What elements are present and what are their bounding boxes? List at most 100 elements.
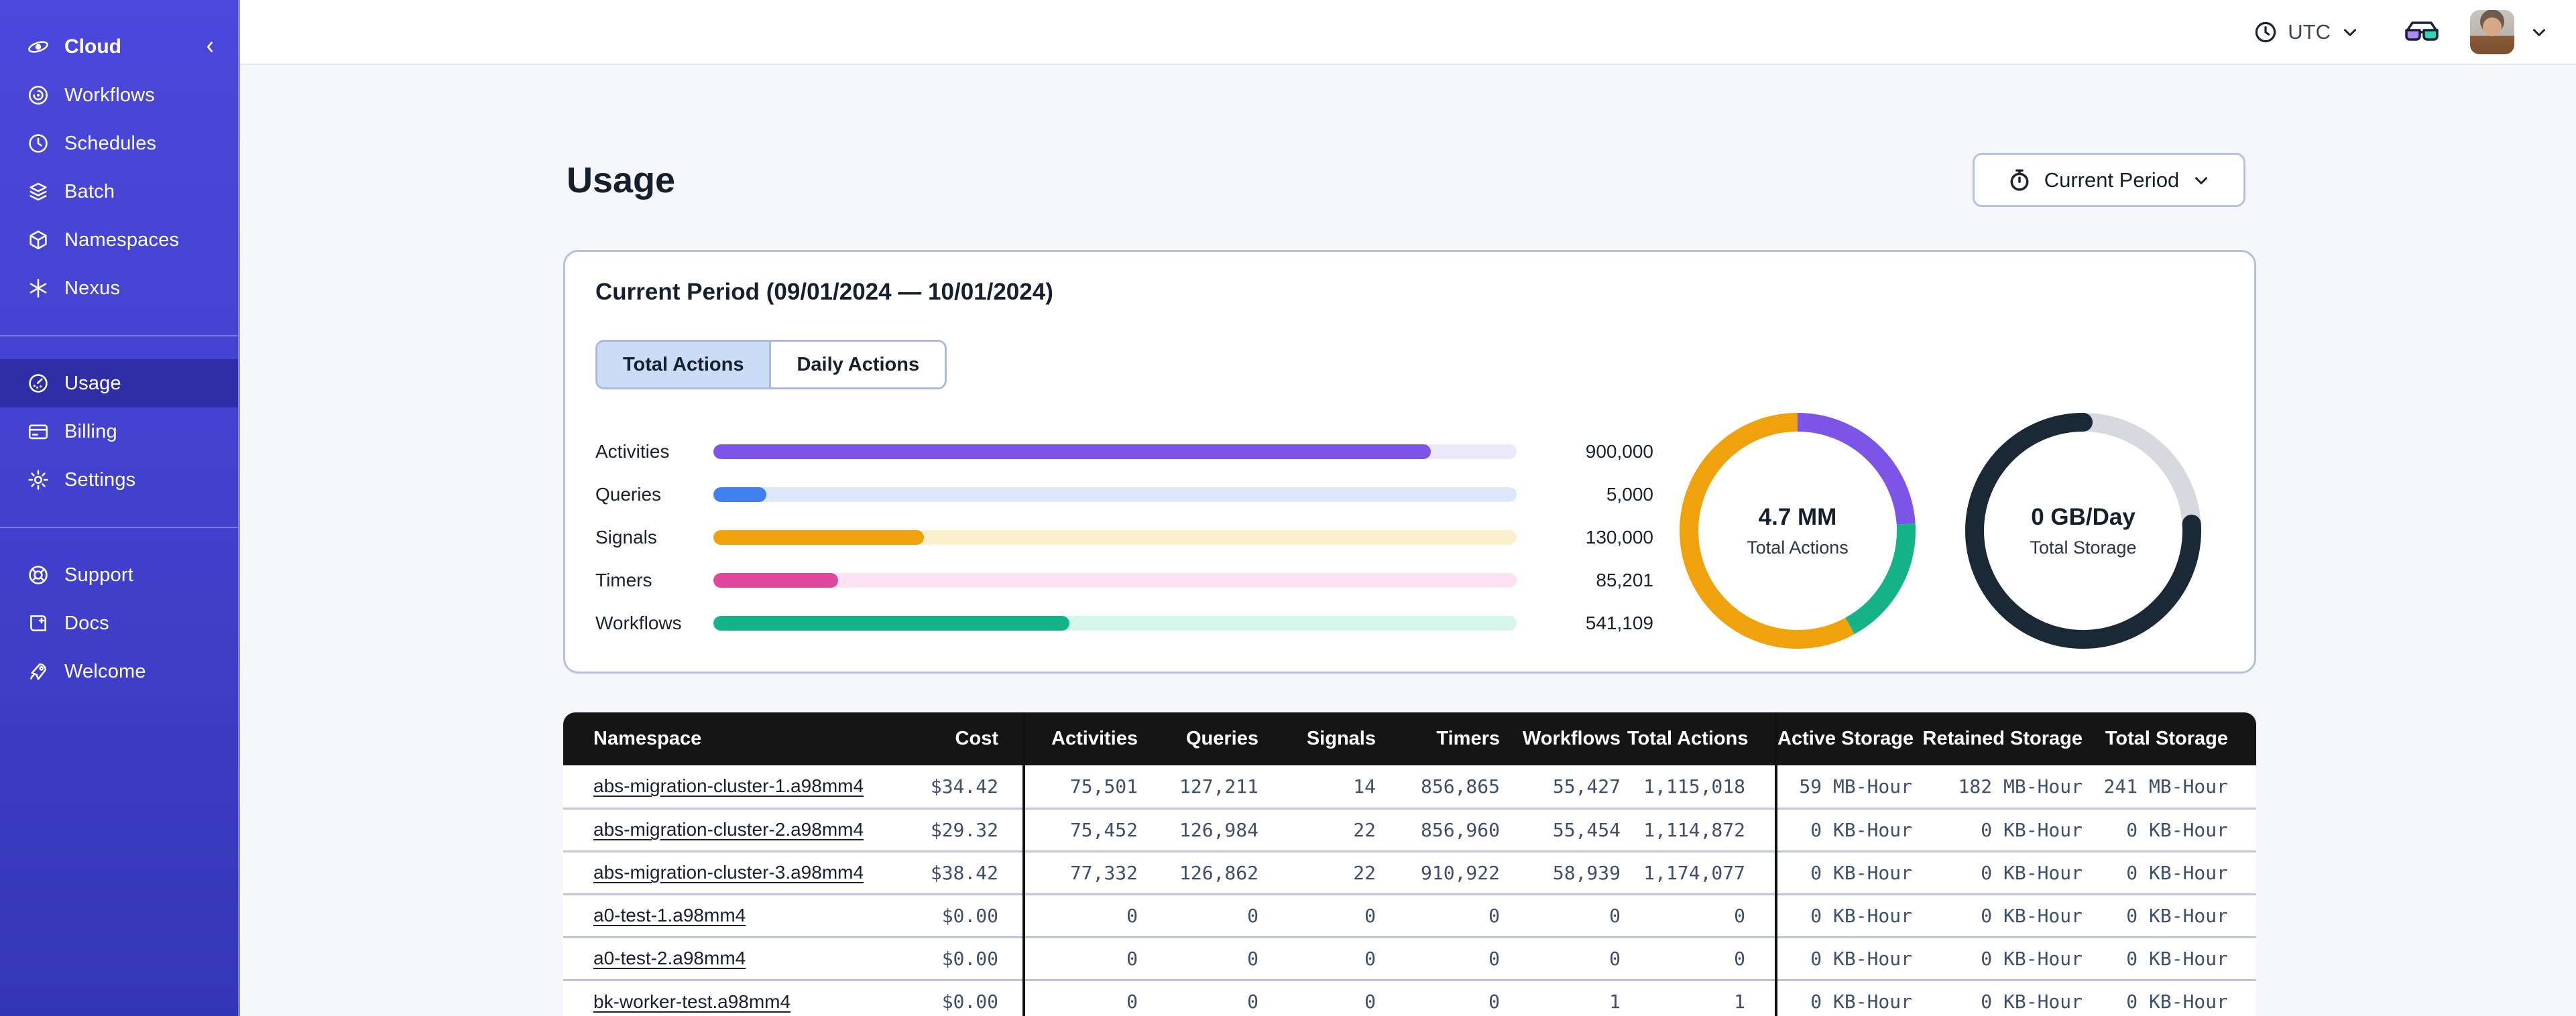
welcome-icon: [27, 660, 50, 683]
cell-signals: 14: [1353, 775, 1376, 798]
sidebar-nav-footer: Support Docs Welcome: [0, 551, 238, 696]
actions-tab-group: Total Actions Daily Actions: [595, 340, 947, 389]
cell-total-actions: 1,114,872: [1627, 807, 1777, 851]
column-header-workflows: Workflows: [1507, 712, 1627, 765]
donut-center-text: 4.7 MM Total Actions: [1678, 411, 1917, 650]
cell-cost: $38.42: [912, 850, 1025, 894]
cell-activities: 0: [1024, 978, 1145, 1016]
cell-active-storage: 0 KB-Hour: [1776, 893, 1920, 937]
column-header-namespace: Namespace: [563, 712, 912, 765]
cell-timers: 856,865: [1420, 775, 1500, 798]
cell-cost: $29.32: [912, 807, 1025, 851]
sidebar-item-schedules[interactable]: Schedules: [0, 119, 238, 168]
namespace-link[interactable]: abs-migration-cluster-1.a98mm4: [593, 775, 864, 796]
topbar: UTC: [240, 0, 2576, 65]
column-header-total-actions: Total Actions: [1627, 712, 1777, 765]
bar-track: [713, 573, 1517, 588]
clock-icon: [2256, 21, 2276, 42]
namespace-cell: abs-migration-cluster-1.a98mm4: [563, 765, 912, 808]
column-header-signals: Signals: [1265, 712, 1383, 765]
chevron-down-icon: [2191, 170, 2211, 190]
sidebar-divider: [0, 527, 238, 528]
cell-workflows: 58,939: [1507, 850, 1627, 894]
support-icon: [27, 564, 50, 586]
cell-timers: 910,922: [1383, 850, 1507, 894]
namespace-link[interactable]: a0-test-2.a98mm4: [593, 948, 746, 968]
usage-bar-chart: Activities 900,000 Queries 5,000 Signals 130,…: [595, 430, 1653, 645]
bar-value: 5,000: [1606, 484, 1653, 505]
sidebar-item-settings[interactable]: Settings: [0, 456, 238, 504]
column-header-cost: Cost: [912, 712, 1025, 765]
sidebar-item-support[interactable]: Support: [0, 551, 238, 599]
bar-value: 541,109: [1585, 613, 1653, 633]
cell-timers: 0: [1383, 893, 1507, 937]
sidebar-item-welcome[interactable]: Welcome: [0, 647, 238, 696]
sidebar-item-nexus[interactable]: Nexus: [0, 264, 238, 312]
sidebar-item-docs[interactable]: Docs: [0, 599, 238, 647]
cell-signals: 22: [1265, 850, 1383, 894]
bar-row-signals: Signals 130,000: [595, 516, 1653, 559]
batch-icon: [27, 180, 50, 203]
sidebar-item-namespaces[interactable]: Namespaces: [0, 216, 238, 264]
bar-track: [713, 487, 1517, 502]
sidebar-item-usage[interactable]: Usage: [0, 359, 238, 407]
chevron-down-icon: [2340, 22, 2360, 42]
namespaces-icon: [27, 229, 50, 251]
timezone-selector[interactable]: UTC: [2253, 19, 2360, 45]
tab-daily-actions[interactable]: Daily Actions: [769, 342, 945, 387]
cell-queries: 0: [1145, 978, 1265, 1016]
sidebar-item-label: Support: [64, 564, 133, 586]
cell-timers: 856,960: [1383, 807, 1507, 851]
namespace-cell: abs-migration-cluster-2.a98mm4: [563, 807, 912, 851]
cell-activities: 77,332: [1024, 850, 1145, 894]
labs-glasses-button[interactable]: [2403, 17, 2441, 47]
sidebar-item-label: Billing: [64, 420, 117, 442]
bar-track: [713, 530, 1517, 545]
table-row: a0-test-1.a98mm4 $0.00 0 0 0 0 0 0 0 KB-Hour 0 KB…: [563, 893, 2256, 937]
sidebar-nav-main: Workflows Schedules Batch Namespaces Nexus: [0, 71, 238, 312]
bar-row-queries: Queries 5,000: [595, 473, 1653, 516]
stopwatch-icon: [2010, 169, 2029, 191]
namespace-link[interactable]: bk-worker-test.a98mm4: [593, 991, 791, 1012]
sidebar-item-billing[interactable]: Billing: [0, 407, 238, 456]
total-storage-donut: 0 GB/Day Total Storage: [1964, 411, 2203, 650]
bar-fill: [713, 573, 838, 588]
column-header-active-storage: Active Storage: [1776, 712, 1920, 765]
cell-signals: 0: [1265, 978, 1383, 1016]
tab-total-actions[interactable]: Total Actions: [597, 342, 770, 387]
cell-signals: 22: [1265, 807, 1383, 851]
bar-row-timers: Timers 85,201: [595, 559, 1653, 602]
namespace-link[interactable]: abs-migration-cluster-3.a98mm4: [593, 862, 864, 883]
user-avatar[interactable]: [2470, 9, 2514, 54]
cell-total-actions: 0: [1627, 936, 1777, 980]
sidebar-item-workflows[interactable]: Workflows: [0, 71, 238, 119]
settings-icon: [27, 468, 50, 491]
schedules-icon: [27, 132, 50, 155]
namespace-link[interactable]: a0-test-1.a98mm4: [593, 905, 746, 926]
sidebar-item-label: Docs: [64, 612, 109, 634]
sidebar-item-batch[interactable]: Batch: [0, 168, 238, 216]
namespace-link[interactable]: abs-migration-cluster-2.a98mm4: [593, 819, 864, 840]
sidebar-item-label: Usage: [64, 372, 121, 394]
table-row: abs-migration-cluster-1.a98mm4 $34.42 75,5…: [563, 765, 2256, 808]
cell-activities: 75,452: [1024, 807, 1145, 851]
sidebar-brand[interactable]: Cloud: [0, 23, 238, 71]
glasses-icon: [2405, 21, 2439, 41]
cell-total-storage: 0 KB-Hour: [2096, 978, 2256, 1016]
bar-fill: [713, 487, 767, 502]
cell-queries: 126,984: [1145, 807, 1265, 851]
donut-label: Total Actions: [1747, 537, 1849, 558]
namespace-cell: a0-test-2.a98mm4: [563, 936, 912, 980]
cell-workflows: 55,454: [1507, 807, 1627, 851]
period-selector-label: Current Period: [2044, 168, 2180, 192]
user-menu-chevron[interactable]: [2529, 22, 2549, 42]
bar-label: Queries: [595, 484, 662, 505]
workflows-icon: [27, 84, 50, 107]
bar-track: [713, 616, 1517, 631]
sidebar-collapse-button[interactable]: [198, 35, 222, 59]
cell-total-actions: 0: [1627, 893, 1777, 937]
period-selector-button[interactable]: Current Period: [1973, 153, 2245, 207]
sidebar-item-label: Nexus: [64, 277, 121, 299]
cell-activities: 0: [1024, 893, 1145, 937]
namespace-cell: a0-test-1.a98mm4: [563, 893, 912, 937]
